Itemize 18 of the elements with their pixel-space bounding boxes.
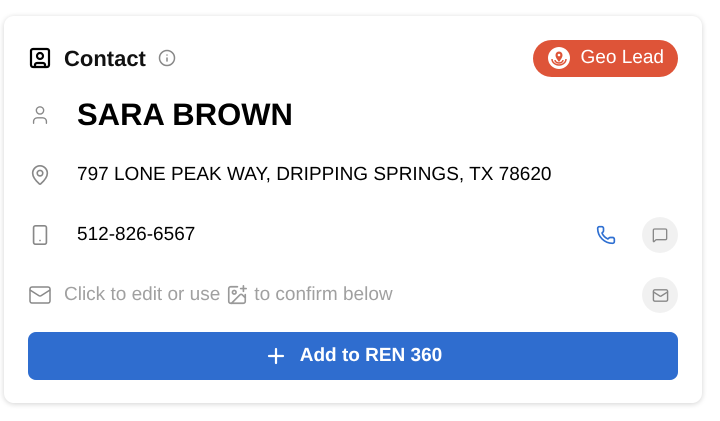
add-image-icon bbox=[226, 284, 248, 306]
add-to-ren-button[interactable]: Add to REN 360 bbox=[28, 332, 678, 380]
card-title: Contact bbox=[64, 44, 146, 72]
contact-name: SARA BROWN bbox=[77, 96, 293, 134]
message-icon bbox=[652, 227, 668, 243]
call-icon[interactable] bbox=[596, 225, 616, 245]
address-text: 797 LONE PEAK WAY, DRIPPING SPRINGS, TX 78620 bbox=[77, 162, 552, 187]
email-icon bbox=[652, 286, 668, 304]
phone-number: 512-826-6567 bbox=[77, 222, 196, 247]
message-button[interactable] bbox=[642, 217, 678, 253]
location-target-icon bbox=[546, 46, 571, 70]
email-button[interactable] bbox=[642, 277, 678, 313]
geo-lead-badge: Geo Lead bbox=[532, 40, 678, 76]
location-pin-icon bbox=[29, 164, 51, 186]
contact-card-icon bbox=[28, 46, 52, 70]
email-hint-end: to confirm below bbox=[254, 282, 393, 307]
email-hint: Click to edit or use bbox=[64, 282, 220, 307]
info-icon[interactable] bbox=[158, 49, 176, 67]
